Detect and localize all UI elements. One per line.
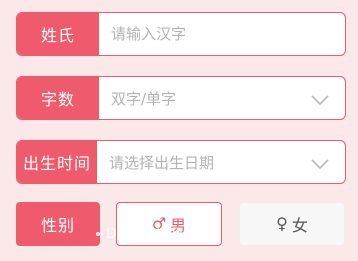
gender-male-label: 男 xyxy=(170,216,187,235)
gender-male-button[interactable]: ♂ 男 xyxy=(116,202,222,246)
gender-female-label: 女 xyxy=(291,216,308,235)
surname-label: 姓氏 xyxy=(17,13,99,55)
birth-date-select[interactable]: 请选择出生日期 xyxy=(97,141,345,183)
gender-female-button[interactable]: ♀ 女 xyxy=(239,202,345,246)
surname-row: 姓氏 xyxy=(16,12,346,56)
surname-input[interactable] xyxy=(111,25,329,43)
name-length-value: 双字/单字 xyxy=(111,89,177,108)
chevron-down-icon xyxy=(311,156,329,170)
birth-date-row[interactable]: 出生时间 请选择出生日期 xyxy=(16,140,346,184)
chevron-down-icon xyxy=(311,92,329,106)
name-length-row[interactable]: 字数 双字/单字 xyxy=(16,76,346,120)
name-length-select[interactable]: 双字/单字 xyxy=(99,77,345,119)
female-icon: ♀ xyxy=(276,214,288,233)
name-form: 姓氏 字数 双字/单字 出生时间 请选择出生日期 性别 ♂ 男 ♀ 女 xyxy=(0,0,358,261)
birth-date-value: 请选择出生日期 xyxy=(109,153,215,172)
male-icon: ♂ xyxy=(151,214,167,233)
birth-date-label: 出生时间 xyxy=(17,141,97,183)
surname-field-wrap xyxy=(99,13,345,55)
name-length-label: 字数 xyxy=(17,77,99,119)
gender-label: 性别 xyxy=(16,202,100,246)
